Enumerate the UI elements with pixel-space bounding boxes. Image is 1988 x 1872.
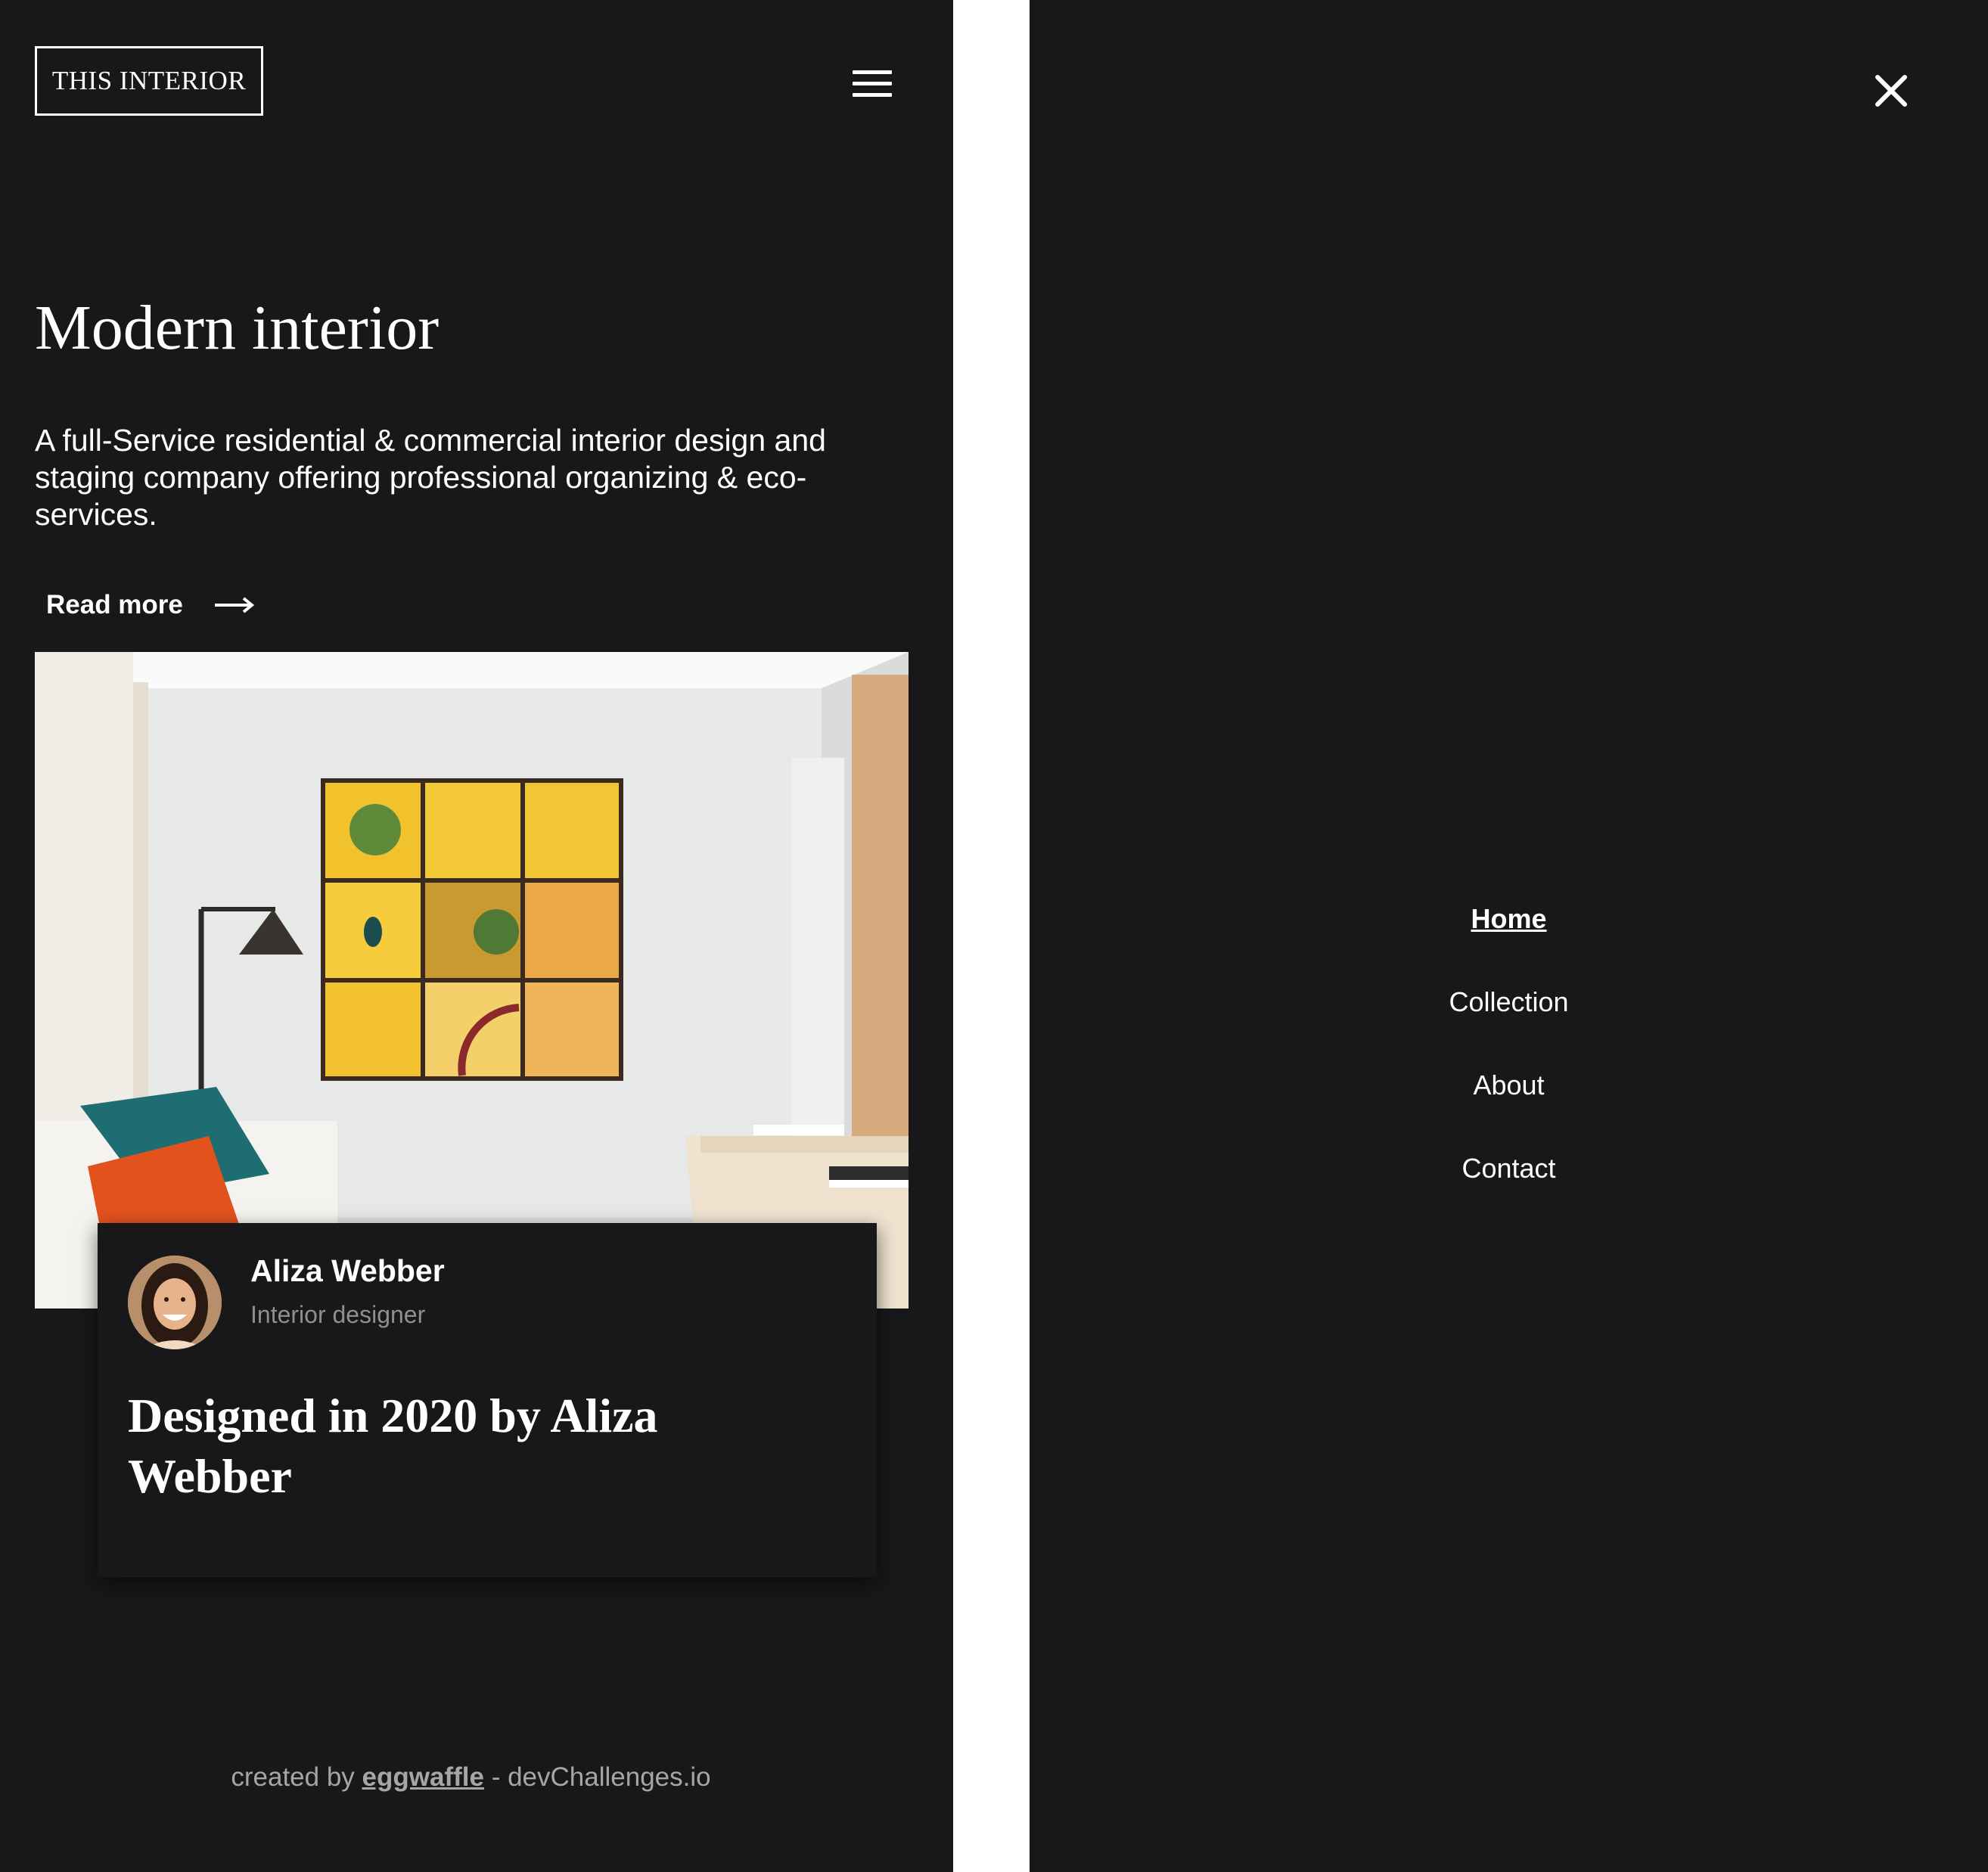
hamburger-icon[interactable]	[853, 70, 892, 98]
arrow-right-icon	[214, 597, 254, 613]
avatar	[128, 1256, 222, 1349]
menu-item-contact[interactable]: Contact	[1030, 1153, 1988, 1184]
author-name: Aliza Webber	[250, 1253, 445, 1288]
interior-photo	[35, 652, 909, 1309]
menu-item-home[interactable]: Home	[1030, 904, 1988, 934]
menu-item-collection[interactable]: Collection	[1030, 987, 1988, 1017]
hero-title: Modern interior	[35, 293, 440, 363]
close-icon[interactable]	[1875, 74, 1908, 107]
hero-description: A full-Service residential & commercial …	[35, 423, 826, 532]
mobile-home-screen: THIS INTERIOR Modern interior A full-Ser…	[0, 0, 953, 1872]
footer-prefix: created by	[231, 1762, 355, 1792]
read-more-label: Read more	[46, 590, 183, 619]
site-logo[interactable]: THIS INTERIOR	[35, 46, 263, 116]
footer-suffix: - devChallenges.io	[491, 1762, 711, 1792]
menu-item-about[interactable]: About	[1030, 1070, 1988, 1101]
read-more-link[interactable]: Read more	[46, 590, 254, 620]
card-title: Designed in 2020 by Aliza Webber	[128, 1389, 658, 1503]
author-role: Interior designer	[250, 1301, 426, 1328]
designer-card: Aliza Webber Interior designer Designed …	[98, 1223, 877, 1577]
mobile-nav-menu: Home Collection About Contact	[1030, 904, 1988, 1237]
footer-credit: created by eggwaffle - devChallenges.io	[0, 1762, 942, 1793]
author-link[interactable]: eggwaffle	[362, 1762, 484, 1792]
